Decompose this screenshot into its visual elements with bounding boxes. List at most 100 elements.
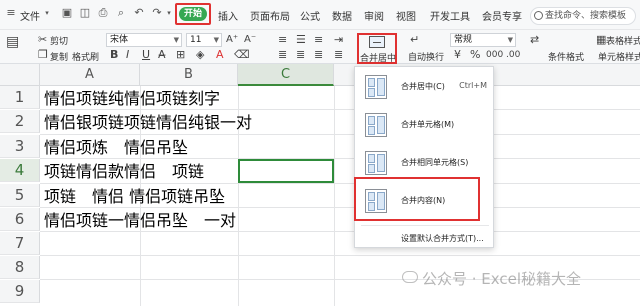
tab-developer[interactable]: 开发工具: [430, 8, 470, 23]
format-painter-button[interactable]: 格式刷: [72, 50, 99, 63]
row-header[interactable]: 6: [0, 208, 40, 231]
font-color-icon[interactable]: A: [216, 49, 224, 61]
type-convert-icon[interactable]: ⇄: [530, 34, 539, 46]
cell-a2[interactable]: 情侣银项链项链情侣纯银一对: [44, 111, 252, 134]
decimal-icon[interactable]: .00: [506, 49, 520, 61]
ribbon-toolbar: ▤ ✂ 剪切 ❐ 复制 格式刷 宋体 ▼ 11 ▼ A⁺ A⁻ B I U A̶…: [0, 30, 640, 64]
merge-same-icon: [365, 151, 387, 175]
search-input[interactable]: 查找命令、搜索模板: [530, 7, 636, 25]
dropdown-arrow-icon[interactable]: ▾: [40, 6, 54, 20]
qat-more-icon[interactable]: ▾: [162, 6, 176, 20]
copy-icon[interactable]: ❐: [38, 49, 48, 61]
cut-icon[interactable]: ✂: [38, 34, 47, 46]
menu-item-merge-cells[interactable]: 合并单元格(M): [355, 107, 495, 143]
justify-icon[interactable]: ≣: [334, 49, 343, 61]
menu-item-merge-same[interactable]: 合并相同单元格(S): [355, 145, 495, 181]
font-size-select[interactable]: 11 ▼: [186, 33, 222, 47]
cell-a6[interactable]: 情侣项链一情侣吊坠 一对: [44, 209, 236, 232]
align-top-icon[interactable]: ≡: [278, 34, 287, 46]
tab-data[interactable]: 数据: [332, 8, 352, 23]
table-style-icon[interactable]: ▦: [596, 34, 606, 46]
font-shrink-icon[interactable]: A⁻: [244, 34, 256, 46]
italic-button[interactable]: I: [126, 49, 129, 61]
font-name-select[interactable]: 宋体 ▼: [106, 33, 182, 47]
cell-a1[interactable]: 情侣项链纯情侣项链刻字: [44, 87, 220, 110]
row-header[interactable]: 8: [0, 256, 40, 279]
align-left-icon[interactable]: ≣: [278, 49, 287, 61]
row-header[interactable]: 1: [0, 86, 40, 109]
row-header[interactable]: 2: [0, 110, 40, 133]
align-right-icon[interactable]: ≣: [314, 49, 323, 61]
wrap-text-button[interactable]: 自动换行: [408, 50, 444, 63]
select-all-corner[interactable]: [0, 64, 40, 86]
spreadsheet-app: ≡ 文件 ▾ ▣ ◫ ⎙ ⌕ ↶ ↷ ▾ 开始 插入 页面布局 公式 数据 审阅…: [0, 0, 640, 306]
column-header-bar: A B C: [0, 64, 640, 86]
column-header-c[interactable]: C: [238, 64, 334, 86]
wrap-text-icon[interactable]: ↵: [410, 34, 419, 46]
menu-item-merge-center[interactable]: 合并居中(C) Ctrl+M: [355, 69, 495, 105]
menu-item-shortcut: Ctrl+M: [459, 81, 487, 90]
font-grow-icon[interactable]: A⁺: [226, 34, 238, 46]
paste-icon[interactable]: ▤: [6, 35, 19, 49]
underline-button[interactable]: U: [142, 49, 150, 61]
align-bottom-icon[interactable]: ≡: [314, 34, 323, 46]
tab-view[interactable]: 视图: [396, 8, 416, 23]
gridline: [40, 183, 640, 184]
merge-cells-icon[interactable]: [369, 36, 385, 48]
open-icon[interactable]: ◫: [78, 6, 92, 20]
cell-a3[interactable]: 情侣项炼 情侣吊坠: [44, 136, 188, 159]
tab-page-layout[interactable]: 页面布局: [250, 8, 290, 23]
search-icon: [534, 11, 543, 20]
merge-center-icon: [365, 75, 387, 99]
menu-item-label: 合并相同单元格(S): [401, 158, 469, 167]
save-icon[interactable]: ▣: [60, 6, 74, 20]
chevron-down-icon: ▼: [173, 36, 179, 44]
strikethrough-icon[interactable]: A̶: [158, 49, 166, 61]
row-header[interactable]: 5: [0, 184, 40, 207]
cut-button[interactable]: 剪切: [50, 34, 68, 47]
row-header[interactable]: 7: [0, 232, 40, 255]
chevron-down-icon: ▼: [507, 36, 513, 44]
thousands-icon[interactable]: 000: [486, 49, 503, 61]
menu-file[interactable]: 文件: [20, 8, 40, 23]
column-header-a[interactable]: A: [40, 64, 140, 86]
gridline: [40, 255, 640, 256]
tab-formulas[interactable]: 公式: [300, 8, 320, 23]
clear-format-icon[interactable]: ⌫: [234, 49, 250, 61]
border-icon[interactable]: ⊞: [176, 49, 185, 61]
menu-item-default-merge[interactable]: 设置默认合并方式(T)...: [401, 233, 484, 244]
align-center-icon[interactable]: ≣: [296, 49, 305, 61]
row-header[interactable]: 9: [0, 280, 40, 303]
menu-divider: [361, 225, 489, 226]
print-preview-icon[interactable]: ⌕: [114, 6, 128, 20]
menu-bar: ≡ 文件 ▾ ▣ ◫ ⎙ ⌕ ↶ ↷ ▾ 开始 插入 页面布局 公式 数据 审阅…: [0, 0, 640, 30]
row-header-active[interactable]: 4: [0, 159, 40, 182]
font-size-value: 11: [190, 35, 202, 45]
column-header-b[interactable]: B: [140, 64, 238, 86]
tab-review[interactable]: 审阅: [364, 8, 384, 23]
cell-style-button[interactable]: 单元格样式: [598, 50, 640, 63]
tab-start[interactable]: 开始: [179, 7, 207, 21]
hamburger-icon[interactable]: ≡: [4, 6, 18, 20]
gridline: [40, 134, 640, 135]
cell-a5[interactable]: 项链 情侣 情侣项链吊坠: [44, 185, 225, 208]
align-middle-icon[interactable]: ☰: [296, 34, 306, 46]
cell-a4[interactable]: 项链情侣款情侣 项链: [44, 160, 204, 183]
gridline: [334, 86, 335, 306]
table-style-button[interactable]: 表格样式: [606, 34, 640, 47]
conditional-format-button[interactable]: 条件格式: [548, 50, 584, 63]
selected-cell-c4[interactable]: [238, 159, 334, 183]
fill-color-icon[interactable]: ◈: [196, 49, 204, 61]
print-icon[interactable]: ⎙: [96, 6, 110, 20]
currency-icon[interactable]: ¥: [454, 49, 461, 61]
percent-icon[interactable]: %: [470, 49, 480, 61]
indent-icon[interactable]: ⇥: [334, 34, 343, 46]
bold-button[interactable]: B: [110, 49, 118, 61]
tab-member[interactable]: 会员专享: [482, 8, 522, 23]
menu-item-label: 合并居中(C): [401, 82, 445, 91]
number-format-select[interactable]: 常规 ▼: [450, 33, 516, 47]
undo-icon[interactable]: ↶: [132, 6, 146, 20]
copy-button[interactable]: 复制: [50, 50, 68, 63]
tab-insert[interactable]: 插入: [218, 8, 238, 23]
row-header[interactable]: 3: [0, 135, 40, 158]
